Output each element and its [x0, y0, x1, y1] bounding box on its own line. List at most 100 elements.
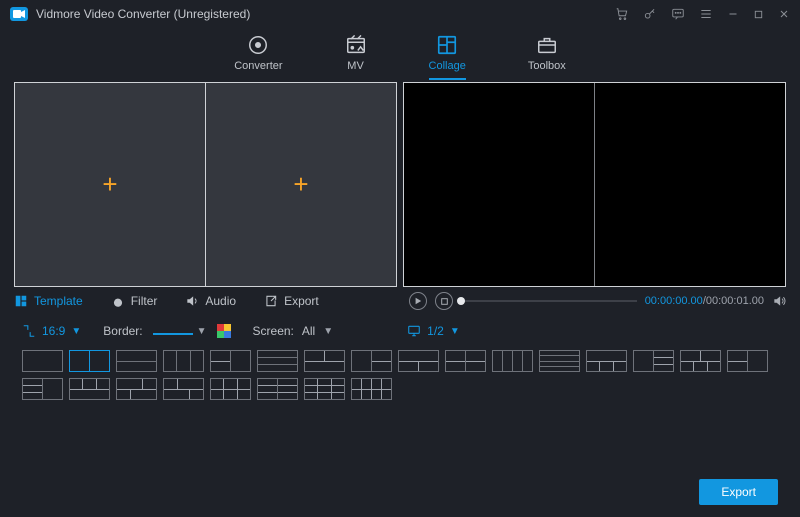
audio-icon: [185, 294, 199, 308]
play-button[interactable]: [409, 292, 427, 310]
template-grid-6[interactable]: [304, 378, 345, 400]
tab-toolbox[interactable]: Toolbox: [528, 34, 566, 72]
border-style-dropdown[interactable]: ▼: [153, 326, 207, 337]
template-3x1[interactable]: [257, 350, 298, 372]
tab-label: Converter: [234, 60, 282, 72]
drop-cell-2[interactable]: +: [206, 83, 396, 286]
screen-value: All: [302, 324, 315, 338]
template-top2-bot2[interactable]: [680, 350, 721, 372]
app-title: Vidmore Video Converter (Unregistered): [36, 7, 250, 21]
subtab-label: Export: [284, 294, 319, 308]
workspace: + +: [0, 82, 800, 287]
screen-label: Screen:: [253, 324, 294, 338]
main-nav: Converter MV Collage Toolbox: [0, 28, 800, 82]
timeline-slider[interactable]: [461, 294, 637, 308]
template-2x3[interactable]: [210, 378, 251, 400]
close-icon[interactable]: [778, 8, 790, 20]
collage-icon: [436, 34, 458, 56]
template-2x1[interactable]: [116, 350, 157, 372]
add-icon: +: [102, 169, 117, 200]
template-mixed-4a[interactable]: [727, 350, 768, 372]
preview-pane: [403, 82, 786, 287]
volume-icon[interactable]: [772, 294, 786, 308]
preview-cell-1: [404, 83, 595, 286]
template-brick-a[interactable]: [116, 378, 157, 400]
border-color-picker[interactable]: [217, 324, 231, 338]
template-top1-bot2[interactable]: [586, 350, 627, 372]
template-brick-b[interactable]: [163, 378, 204, 400]
mv-icon: [345, 34, 367, 56]
maximize-icon[interactable]: [753, 9, 764, 20]
feedback-icon[interactable]: [671, 7, 685, 21]
ratio-dropdown[interactable]: 16:9 ▼: [22, 324, 81, 338]
preview-cell-2: [595, 83, 785, 286]
toolbox-icon: [536, 34, 558, 56]
converter-icon: [247, 34, 269, 56]
tab-label: Toolbox: [528, 60, 566, 72]
template-1x4[interactable]: [492, 350, 533, 372]
template-left1-right3[interactable]: [633, 350, 674, 372]
add-icon: +: [293, 169, 308, 200]
subtab-label: Audio: [205, 294, 236, 308]
template-top3-bot1[interactable]: [69, 378, 110, 400]
minimize-icon[interactable]: [727, 8, 739, 20]
chevron-down-icon: ▼: [197, 326, 207, 337]
tab-label: MV: [347, 60, 364, 72]
ratio-value: 16:9: [42, 324, 65, 338]
chevron-down-icon: ▼: [323, 326, 333, 337]
subtab-template[interactable]: Template: [14, 294, 83, 308]
menu-icon[interactable]: [699, 7, 713, 21]
footer: Export: [699, 479, 778, 505]
template-3x2[interactable]: [257, 378, 298, 400]
template-2x2[interactable]: [445, 350, 486, 372]
ratio-icon: [22, 324, 36, 338]
subtab-audio[interactable]: Audio: [185, 294, 236, 308]
template-1x3[interactable]: [163, 350, 204, 372]
subtab-filter[interactable]: Filter: [111, 294, 158, 308]
cart-icon[interactable]: [615, 7, 629, 21]
template-icon: [14, 294, 28, 308]
tab-converter[interactable]: Converter: [234, 34, 282, 72]
templates-grid: [0, 346, 800, 400]
template-left-split[interactable]: [210, 350, 251, 372]
export-button[interactable]: Export: [699, 479, 778, 505]
page-value: 1/2: [427, 324, 444, 338]
template-right-split[interactable]: [351, 350, 392, 372]
template-left3-right1[interactable]: [22, 378, 63, 400]
export-icon: [264, 294, 278, 308]
chevron-down-icon: ▼: [71, 326, 81, 337]
filter-icon: [111, 294, 125, 308]
titlebar-controls: [615, 7, 790, 21]
options-row: 16:9 ▼ Border: ▼ Screen: All ▼ 1/2 ▼: [0, 310, 800, 346]
tab-collage[interactable]: Collage: [429, 34, 466, 72]
collage-dropzone: + +: [14, 82, 397, 287]
time-display: 00:00:00.00/00:00:01.00: [645, 295, 764, 307]
border-swatch: [153, 327, 193, 335]
monitor-icon: [407, 324, 421, 338]
border-option: Border: ▼: [103, 324, 230, 338]
time-total: 00:00:01.00: [706, 295, 764, 307]
key-icon[interactable]: [643, 7, 657, 21]
app-logo: [10, 7, 28, 21]
template-grid-8[interactable]: [351, 378, 392, 400]
subtab-label: Template: [34, 294, 83, 308]
template-top-split[interactable]: [304, 350, 345, 372]
subtab-label: Filter: [131, 294, 158, 308]
template-1x2[interactable]: [69, 350, 110, 372]
page-selector[interactable]: 1/2 ▼: [407, 324, 460, 338]
template-bottom-split[interactable]: [398, 350, 439, 372]
screen-option[interactable]: Screen: All ▼: [253, 324, 334, 338]
slider-thumb[interactable]: [457, 297, 465, 305]
titlebar: Vidmore Video Converter (Unregistered): [0, 0, 800, 28]
template-1x1[interactable]: [22, 350, 63, 372]
subtab-export[interactable]: Export: [264, 294, 319, 308]
border-label: Border:: [103, 324, 142, 338]
subrow: Template Filter Audio Export 00:00:00.00…: [0, 287, 800, 310]
tab-mv[interactable]: MV: [345, 34, 367, 72]
template-4x1[interactable]: [539, 350, 580, 372]
stop-button[interactable]: [435, 292, 453, 310]
drop-cell-1[interactable]: +: [15, 83, 206, 286]
tab-label: Collage: [429, 60, 466, 72]
chevron-down-icon: ▼: [450, 326, 460, 337]
time-current: 00:00:00.00: [645, 295, 703, 307]
